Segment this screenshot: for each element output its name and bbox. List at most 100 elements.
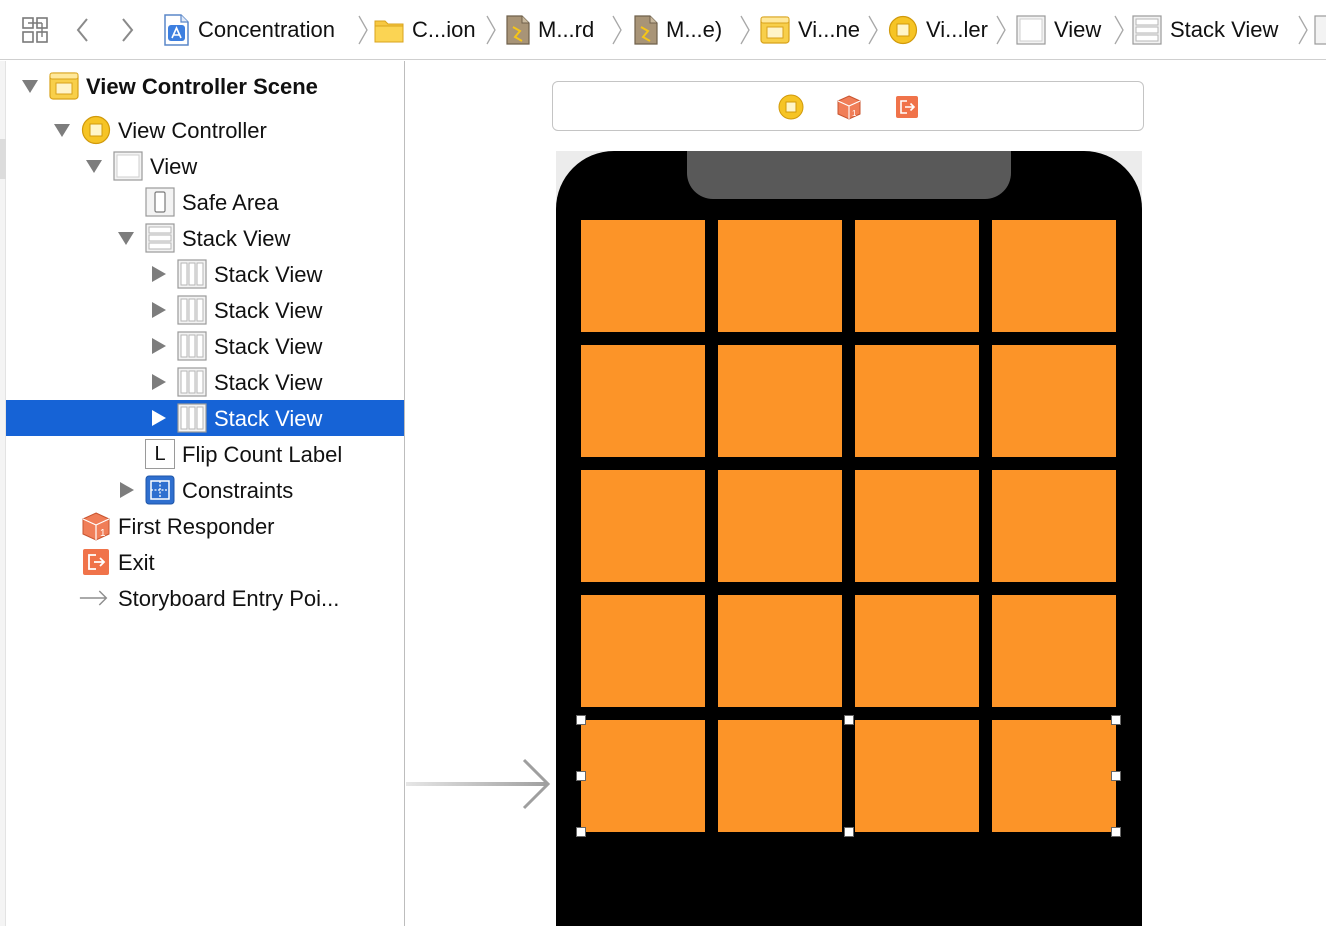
related-items-button[interactable] <box>18 12 52 48</box>
chevron-separator-icon <box>1114 15 1124 45</box>
resize-handle[interactable] <box>576 715 586 725</box>
constraints-icon <box>145 475 175 505</box>
app-project-icon <box>164 14 189 46</box>
card-button[interactable] <box>718 220 842 332</box>
breadcrumb-item-view-controller[interactable]: Vi...ler <box>888 12 988 48</box>
storyboard-canvas[interactable]: 1 <box>406 61 1326 926</box>
outline-row-safe-area[interactable]: Safe Area <box>6 184 404 220</box>
disclosure-collapsed-icon[interactable] <box>149 338 167 354</box>
resize-handle[interactable] <box>843 827 854 837</box>
storyboard-file-icon <box>506 15 530 45</box>
outline-row-view-controller[interactable]: View Controller <box>6 112 404 148</box>
disclosure-collapsed-icon[interactable] <box>149 374 167 390</box>
disclosure-expanded-icon[interactable] <box>85 158 103 174</box>
card-button[interactable] <box>581 720 705 832</box>
card-button[interactable] <box>581 595 705 707</box>
disclosure-collapsed-icon[interactable] <box>149 302 167 318</box>
resize-handle[interactable] <box>576 771 586 781</box>
card-button[interactable] <box>581 220 705 332</box>
chevron-left-icon <box>76 18 88 42</box>
outline-row-constraints[interactable]: Constraints <box>6 472 404 508</box>
outline-row-storyboard-entry-point[interactable]: Storyboard Entry Poi... <box>6 580 404 616</box>
view-controller-icon[interactable] <box>778 94 804 120</box>
outline-row-first-responder[interactable]: 1 First Responder <box>6 508 404 544</box>
card-button[interactable] <box>992 595 1116 707</box>
breadcrumb-item-view[interactable]: View <box>1016 12 1101 48</box>
horizontal-stack-icon <box>177 331 207 361</box>
card-button[interactable] <box>718 595 842 707</box>
outline-row-stack-view[interactable]: Stack View <box>6 256 404 292</box>
outline-row-stack-view[interactable]: Stack View <box>6 328 404 364</box>
document-outline: View Controller Scene View Controller Vi… <box>0 61 405 926</box>
outline-row-label: Stack View <box>214 370 323 395</box>
device-notch <box>687 151 1011 199</box>
outline-row-label: Exit <box>118 550 155 575</box>
outline-row-label: Constraints <box>182 478 294 503</box>
outline-row-flip-count-label[interactable]: L Flip Count Label <box>6 436 404 472</box>
horizontal-stack-icon <box>177 259 207 289</box>
breadcrumb-label: Stack View <box>1170 17 1279 42</box>
card-button[interactable] <box>718 345 842 457</box>
card-button[interactable] <box>992 470 1116 582</box>
card-button[interactable] <box>992 720 1116 832</box>
card-button[interactable] <box>581 470 705 582</box>
first-responder-icon[interactable]: 1 <box>836 94 862 120</box>
outline-row-label: View Controller <box>118 118 267 143</box>
outline-row-exit[interactable]: Exit <box>6 544 404 580</box>
storyboard-file-icon <box>634 15 658 45</box>
disclosure-collapsed-icon[interactable] <box>149 410 167 426</box>
scene-dock: 1 <box>552 81 1144 131</box>
breadcrumb-overflow[interactable] <box>1314 12 1326 48</box>
jump-bar: Concentration C...ion M...rd M...e) Vi..… <box>0 0 1326 60</box>
resize-handle[interactable] <box>1111 715 1121 725</box>
breadcrumb-item-project[interactable]: Concentration <box>162 12 335 48</box>
disclosure-collapsed-icon[interactable] <box>149 266 167 282</box>
disclosure-collapsed-icon[interactable] <box>117 482 135 498</box>
disclosure-expanded-icon[interactable] <box>21 78 39 94</box>
outline-row-view[interactable]: View <box>6 148 404 184</box>
card-button[interactable] <box>992 345 1116 457</box>
outline-row-stack-view-selected[interactable]: Stack View <box>6 400 404 436</box>
breadcrumb-item-scene[interactable]: Vi...ne <box>760 12 860 48</box>
breadcrumb-item-storyboard[interactable]: M...rd <box>506 12 594 48</box>
resize-handle[interactable] <box>843 715 854 725</box>
outline-row-label: Safe Area <box>182 190 279 215</box>
breadcrumb-item-folder[interactable]: C...ion <box>374 12 476 48</box>
disclosure-expanded-icon[interactable] <box>53 122 71 138</box>
outline-row-label: Stack View <box>214 298 323 323</box>
outline-row-label: Stack View <box>182 226 291 251</box>
storyboard-entry-point-arrow[interactable] <box>406 753 556 813</box>
label-icon-glyph: L <box>154 442 166 465</box>
view-icon <box>1016 15 1046 45</box>
card-button[interactable] <box>855 470 979 582</box>
disclosure-expanded-icon[interactable] <box>117 230 135 246</box>
resize-handle[interactable] <box>1111 827 1121 837</box>
outline-row-view-controller-scene[interactable]: View Controller Scene <box>6 68 404 104</box>
resize-handle[interactable] <box>576 827 586 837</box>
card-button[interactable] <box>581 345 705 457</box>
card-button[interactable] <box>718 720 842 832</box>
outline-row-label: First Responder <box>118 514 275 539</box>
card-button[interactable] <box>855 720 979 832</box>
card-button[interactable] <box>855 345 979 457</box>
folder-icon <box>374 20 404 43</box>
card-button[interactable] <box>855 220 979 332</box>
outline-row-stack-view[interactable]: Stack View <box>6 364 404 400</box>
back-button[interactable] <box>66 12 100 48</box>
card-button[interactable] <box>992 220 1116 332</box>
chevron-separator-icon <box>1298 15 1308 45</box>
breadcrumb-item-stack-view[interactable]: Stack View <box>1132 12 1278 48</box>
card-button[interactable] <box>855 595 979 707</box>
breadcrumb-label: M...rd <box>538 17 595 42</box>
outline-row-stack-view[interactable]: Stack View <box>6 220 404 256</box>
view-controller-icon <box>888 15 918 45</box>
card-button[interactable] <box>718 470 842 582</box>
forward-button[interactable] <box>110 12 144 48</box>
resize-handle[interactable] <box>1111 771 1121 781</box>
scene-icon <box>49 72 79 100</box>
outline-row-stack-view[interactable]: Stack View <box>6 292 404 328</box>
vertical-stack-icon <box>1132 15 1162 45</box>
breadcrumb-item-storyboard-base[interactable]: M...e) <box>634 12 722 48</box>
horizontal-stack-icon <box>177 403 207 433</box>
exit-icon[interactable] <box>894 94 920 120</box>
